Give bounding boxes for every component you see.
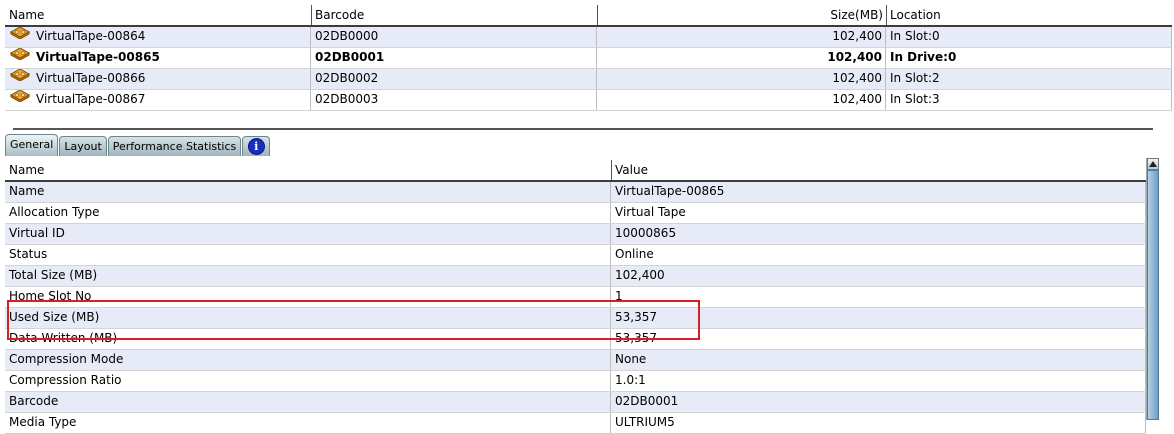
tape-name: VirtualTape-00864 xyxy=(36,29,146,43)
properties-table-header: Name Value xyxy=(5,160,1146,182)
scrollbar-thumb[interactable] xyxy=(1147,170,1159,420)
column-header-property-name[interactable]: Name xyxy=(5,160,611,180)
scroll-up-arrow-icon[interactable] xyxy=(1147,158,1159,170)
info-icon: i xyxy=(247,138,265,155)
property-row[interactable]: Media Type ULTRIUM5 xyxy=(5,413,1146,434)
property-name-cell: Compression Mode xyxy=(5,350,611,370)
property-row[interactable]: Barcode 02DB0001 xyxy=(5,392,1146,413)
column-header-size[interactable]: Size(MB) xyxy=(597,5,886,25)
tab-layout[interactable]: Layout xyxy=(59,136,107,156)
property-value-cell: 02DB0001 xyxy=(611,392,1146,412)
property-name-cell: Compression Ratio xyxy=(5,371,611,391)
property-name-cell: Data Written (MB) xyxy=(5,329,611,349)
tape-row[interactable]: VirtualTape-00867 02DB0003 102,400 In Slot:… xyxy=(5,90,1172,111)
tape-cartridge-icon xyxy=(9,69,31,87)
tape-barcode-cell: 02DB0003 xyxy=(311,90,597,110)
property-name-cell: Home Slot No xyxy=(5,287,611,307)
properties-table: Name Value Name VirtualTape-00865 Allocati… xyxy=(5,160,1146,434)
property-value-cell: 1.0:1 xyxy=(611,371,1146,391)
tape-row[interactable]: VirtualTape-00864 02DB0000 102,400 In Slot:… xyxy=(5,27,1172,48)
property-name-cell: Allocation Type xyxy=(5,203,611,223)
property-value-cell: 102,400 xyxy=(611,266,1146,286)
property-value-cell: 53,357 xyxy=(611,308,1146,328)
property-name-cell: Name xyxy=(5,182,611,202)
tape-name-cell: VirtualTape-00865 xyxy=(5,48,311,68)
tape-size-cell: 102,400 xyxy=(597,48,886,68)
tape-barcode-cell: 02DB0001 xyxy=(311,48,597,68)
property-value-cell: 53,357 xyxy=(611,329,1146,349)
property-row[interactable]: Used Size (MB) 53,357 xyxy=(5,308,1146,329)
tape-size-cell: 102,400 xyxy=(597,69,886,89)
tab-info[interactable]: i xyxy=(242,136,271,156)
tape-location-cell: In Slot:0 xyxy=(886,27,1172,47)
tape-name: VirtualTape-00865 xyxy=(36,50,160,64)
column-header-property-value[interactable]: Value xyxy=(611,160,1146,180)
tapes-table: Name Barcode Size(MB) Location VirtualTa… xyxy=(5,5,1172,111)
tape-name-cell: VirtualTape-00864 xyxy=(5,27,311,47)
column-header-location[interactable]: Location xyxy=(886,5,1172,25)
detail-tabs: General Layout Performance Statistics i xyxy=(5,134,271,156)
property-value-cell: 10000865 xyxy=(611,224,1146,244)
property-row[interactable]: Compression Ratio 1.0:1 xyxy=(5,371,1146,392)
property-value-cell: None xyxy=(611,350,1146,370)
tape-name: VirtualTape-00866 xyxy=(36,71,146,85)
property-name-cell: Status xyxy=(5,245,611,265)
tape-row[interactable]: VirtualTape-00866 02DB0002 102,400 In Slot:… xyxy=(5,69,1172,90)
property-row[interactable]: Status Online xyxy=(5,245,1146,266)
tape-size-cell: 102,400 xyxy=(597,90,886,110)
property-row[interactable]: Home Slot No 1 xyxy=(5,287,1146,308)
tapes-table-header: Name Barcode Size(MB) Location xyxy=(5,5,1172,27)
tape-barcode-cell: 02DB0002 xyxy=(311,69,597,89)
property-value-cell: VirtualTape-00865 xyxy=(611,182,1146,202)
property-row[interactable]: Allocation Type Virtual Tape xyxy=(5,203,1146,224)
property-value-cell: ULTRIUM5 xyxy=(611,413,1146,433)
column-header-barcode[interactable]: Barcode xyxy=(311,5,597,25)
tape-name-cell: VirtualTape-00867 xyxy=(5,90,311,110)
property-value-cell: Online xyxy=(611,245,1146,265)
property-row[interactable]: Compression Mode None xyxy=(5,350,1146,371)
property-name-cell: Total Size (MB) xyxy=(5,266,611,286)
property-value-cell: 1 xyxy=(611,287,1146,307)
tape-cartridge-icon xyxy=(9,90,31,108)
properties-scrollbar[interactable] xyxy=(1146,158,1159,420)
property-name-cell: Media Type xyxy=(5,413,611,433)
tape-size-cell: 102,400 xyxy=(597,27,886,47)
tape-location-cell: In Slot:3 xyxy=(886,90,1172,110)
tape-name-cell: VirtualTape-00866 xyxy=(5,69,311,89)
tape-name: VirtualTape-00867 xyxy=(36,92,146,106)
property-row[interactable]: Name VirtualTape-00865 xyxy=(5,182,1146,203)
tape-location-cell: In Slot:2 xyxy=(886,69,1172,89)
tape-row[interactable]: VirtualTape-00865 02DB0001 102,400 In Drive… xyxy=(5,48,1172,69)
tape-cartridge-icon xyxy=(9,48,31,66)
tape-cartridge-icon xyxy=(9,27,31,45)
property-name-cell: Used Size (MB) xyxy=(5,308,611,328)
property-value-cell: Virtual Tape xyxy=(611,203,1146,223)
column-header-name[interactable]: Name xyxy=(5,5,311,25)
property-row[interactable]: Data Written (MB) 53,357 xyxy=(5,329,1146,350)
tape-location-cell: In Drive:0 xyxy=(886,48,1172,68)
property-row[interactable]: Total Size (MB) 102,400 xyxy=(5,266,1146,287)
tape-barcode-cell: 02DB0000 xyxy=(311,27,597,47)
panel-splitter[interactable] xyxy=(13,128,1153,130)
tab-performance-statistics[interactable]: Performance Statistics xyxy=(107,136,242,156)
tab-general[interactable]: General xyxy=(5,134,59,156)
property-name-cell: Barcode xyxy=(5,392,611,412)
property-name-cell: Virtual ID xyxy=(5,224,611,244)
property-row[interactable]: Virtual ID 10000865 xyxy=(5,224,1146,245)
